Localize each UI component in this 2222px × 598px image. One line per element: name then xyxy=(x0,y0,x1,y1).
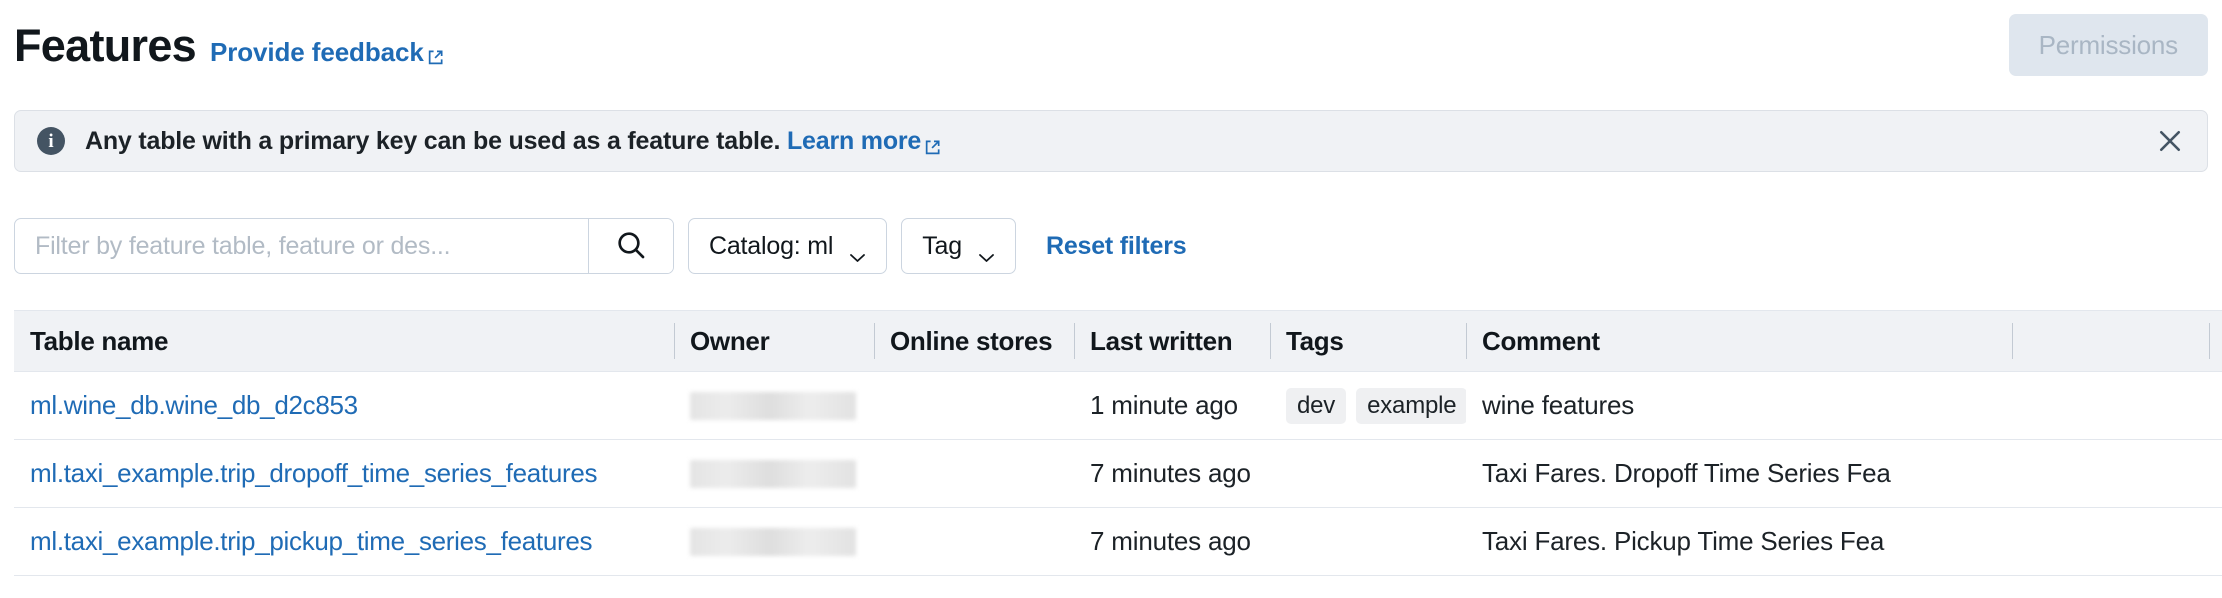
owner-redacted-block xyxy=(690,528,856,556)
table-row[interactable]: ml.wine_db.wine_db_d2c853 1 minute ago d… xyxy=(14,372,2222,440)
cell-comment: wine features xyxy=(1466,372,2012,440)
cell-last-written: 7 minutes ago xyxy=(1074,508,1270,576)
cell-last-written: 7 minutes ago xyxy=(1074,440,1270,508)
info-banner: i Any table with a primary key can be us… xyxy=(14,110,2208,172)
table-row[interactable]: ml.taxi_example.trip_dropoff_time_series… xyxy=(14,440,2222,508)
reset-filters-link[interactable]: Reset filters xyxy=(1046,232,1187,261)
filter-bar: Catalog: ml Tag Reset filters xyxy=(14,218,2208,274)
features-page: Features Provide feedback Permissions i … xyxy=(0,0,2222,598)
owner-redacted-block xyxy=(690,460,856,488)
column-header-tags[interactable]: Tags xyxy=(1270,310,1466,372)
cell-online-stores xyxy=(874,372,1074,440)
table-header-row: Table name Owner Online stores Last writ… xyxy=(14,310,2222,372)
page-title: Features xyxy=(14,23,196,68)
cell-tags: dev example xyxy=(1270,372,1466,440)
table-name-link[interactable]: ml.taxi_example.trip_pickup_time_series_… xyxy=(30,526,592,557)
tag-badge: dev xyxy=(1286,388,1346,424)
cell-tags xyxy=(1270,440,1466,508)
tag-dropdown-label: Tag xyxy=(922,232,962,261)
close-icon[interactable] xyxy=(2153,124,2187,158)
search-button[interactable] xyxy=(588,219,673,273)
catalog-dropdown[interactable]: Catalog: ml xyxy=(688,218,887,274)
column-header-owner[interactable]: Owner xyxy=(674,310,874,372)
search-icon xyxy=(615,229,647,264)
column-header-last-written[interactable]: Last written xyxy=(1074,310,1270,372)
external-link-icon xyxy=(924,134,941,151)
table-name-link[interactable]: ml.taxi_example.trip_dropoff_time_series… xyxy=(30,458,597,489)
provide-feedback-link[interactable]: Provide feedback xyxy=(210,39,444,65)
info-banner-text: Any table with a primary key can be used… xyxy=(85,127,941,156)
cell-comment: Taxi Fares. Dropoff Time Series Fea xyxy=(1466,440,2012,508)
learn-more-link[interactable]: Learn more xyxy=(787,127,941,156)
tag-badge: example xyxy=(1356,388,1466,424)
info-banner-message: Any table with a primary key can be used… xyxy=(85,127,780,155)
cell-end xyxy=(2012,440,2028,508)
cell-owner xyxy=(674,372,874,440)
header-end-divider xyxy=(2209,323,2210,359)
external-link-icon xyxy=(427,44,444,61)
table-row[interactable]: ml.taxi_example.trip_pickup_time_series_… xyxy=(14,508,2222,576)
table-name-link[interactable]: ml.wine_db.wine_db_d2c853 xyxy=(30,390,358,421)
cell-online-stores xyxy=(874,508,1074,576)
owner-redacted-block xyxy=(690,392,856,420)
cell-last-written: 1 minute ago xyxy=(1074,372,1270,440)
permissions-button[interactable]: Permissions xyxy=(2009,14,2208,76)
column-header-end xyxy=(2012,310,2028,372)
cell-comment: Taxi Fares. Pickup Time Series Fea xyxy=(1466,508,2012,576)
cell-online-stores xyxy=(874,440,1074,508)
cell-end xyxy=(2012,508,2028,576)
column-header-online-stores[interactable]: Online stores xyxy=(874,310,1074,372)
provide-feedback-label: Provide feedback xyxy=(210,39,424,65)
chevron-down-icon xyxy=(849,241,866,251)
search-box xyxy=(14,218,674,274)
title-group: Features Provide feedback xyxy=(14,23,444,68)
cell-owner xyxy=(674,508,874,576)
cell-tags xyxy=(1270,508,1466,576)
cell-end xyxy=(2012,372,2028,440)
cell-table-name: ml.taxi_example.trip_dropoff_time_series… xyxy=(14,440,674,508)
cell-table-name: ml.taxi_example.trip_pickup_time_series_… xyxy=(14,508,674,576)
learn-more-label: Learn more xyxy=(787,127,921,156)
cell-table-name: ml.wine_db.wine_db_d2c853 xyxy=(14,372,674,440)
chevron-down-icon xyxy=(978,241,995,251)
cell-owner xyxy=(674,440,874,508)
tag-dropdown[interactable]: Tag xyxy=(901,218,1016,274)
search-input[interactable] xyxy=(15,219,588,273)
info-icon: i xyxy=(37,127,65,155)
features-table: Table name Owner Online stores Last writ… xyxy=(14,310,2222,576)
page-header: Features Provide feedback Permissions xyxy=(0,0,2222,90)
catalog-dropdown-label: Catalog: ml xyxy=(709,232,833,261)
column-header-table-name[interactable]: Table name xyxy=(14,310,674,372)
column-header-comment[interactable]: Comment xyxy=(1466,310,2012,372)
